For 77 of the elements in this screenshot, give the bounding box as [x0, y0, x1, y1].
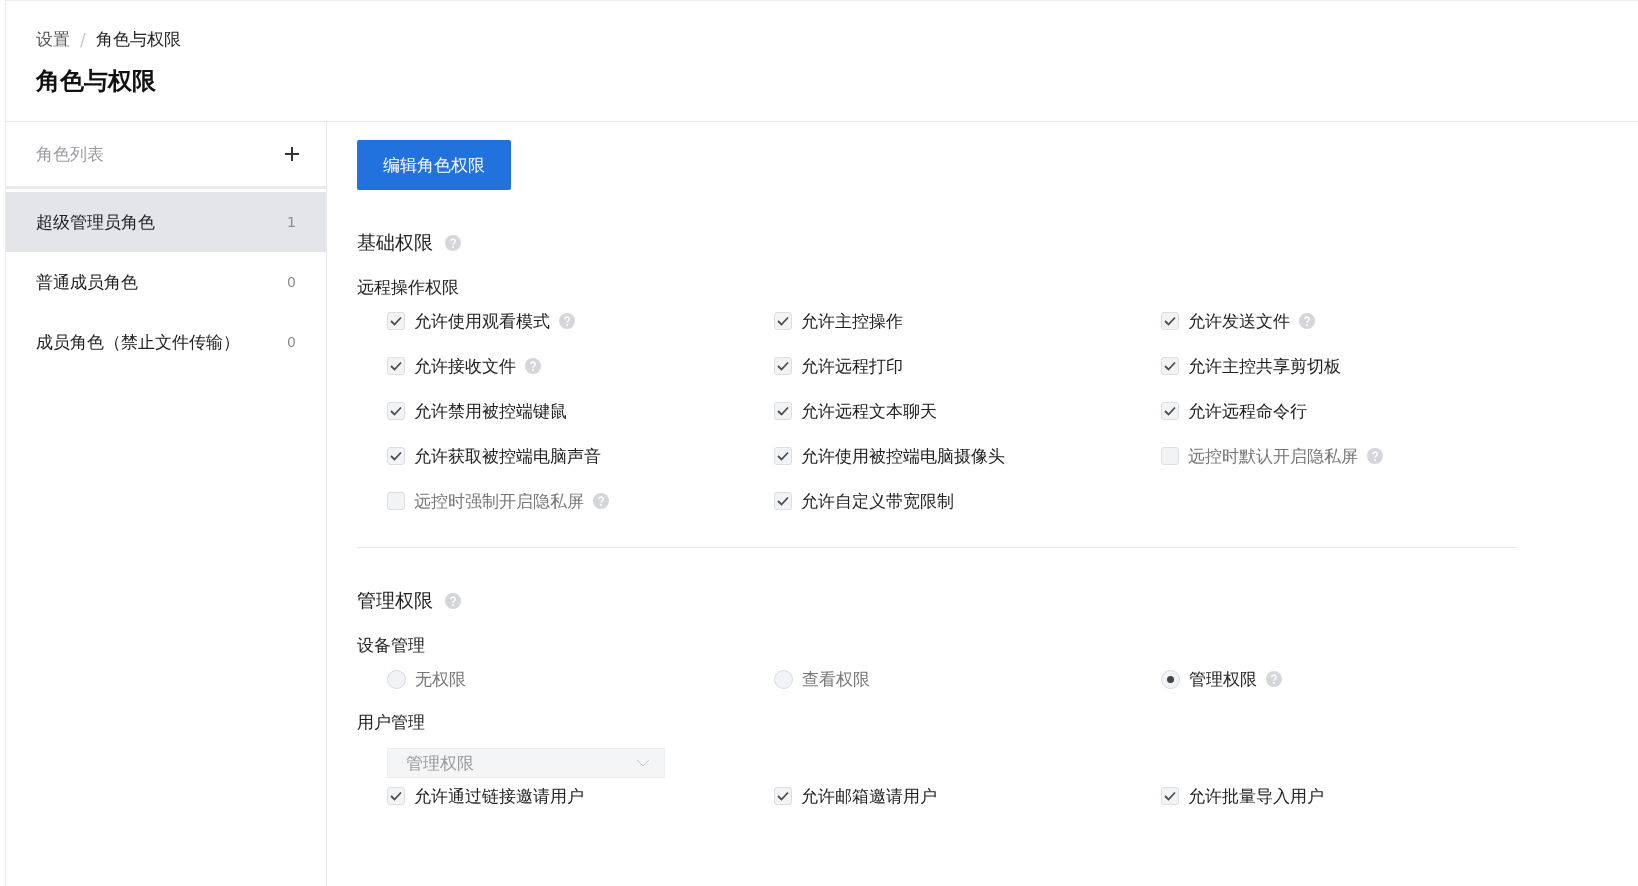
check-icon	[777, 451, 789, 461]
checkbox-label: 允许通过链接邀请用户	[414, 784, 584, 808]
radio-label: 无权限	[415, 667, 466, 691]
radio-button[interactable]	[1161, 669, 1180, 689]
checkbox[interactable]	[1161, 312, 1179, 330]
checkbox[interactable]	[387, 492, 405, 510]
check-icon	[1164, 791, 1176, 801]
chevron-down-icon	[636, 759, 650, 767]
check-icon	[390, 316, 402, 326]
checkbox-label: 允许使用被控端电脑摄像头	[801, 444, 1005, 468]
checkbox-label: 允许远程命令行	[1188, 399, 1307, 423]
checkbox[interactable]	[387, 402, 405, 420]
checkbox[interactable]	[774, 787, 792, 805]
checkbox[interactable]	[387, 787, 405, 805]
checkbox-label: 允许远程文本聊天	[801, 399, 937, 423]
check-icon	[777, 316, 789, 326]
role-count: 1	[287, 214, 296, 230]
check-icon	[390, 406, 402, 416]
checkbox[interactable]	[774, 312, 792, 330]
check-icon	[777, 361, 789, 371]
checkbox-label: 允许邮箱邀请用户	[801, 784, 937, 808]
group-title: 远程操作权限	[357, 276, 460, 299]
section-title: 基础权限	[357, 230, 433, 255]
breadcrumb-item[interactable]: 设置	[36, 28, 70, 51]
radio-button[interactable]	[774, 669, 793, 689]
checkbox-label: 允许主控操作	[801, 309, 903, 333]
role-item[interactable]: 成员角色（禁止文件传输） 0	[6, 312, 326, 372]
checkbox[interactable]	[1161, 402, 1179, 420]
checkbox[interactable]	[387, 312, 405, 330]
checkbox[interactable]	[774, 447, 792, 465]
checkbox-label: 允许使用观看模式	[414, 309, 550, 333]
group-title: 设备管理	[357, 634, 426, 657]
role-name: 普通成员角色	[36, 270, 138, 294]
checkbox[interactable]	[387, 357, 405, 375]
section-title: 管理权限	[357, 588, 433, 613]
breadcrumb-separator: /	[80, 29, 86, 50]
radio-label: 管理权限	[1189, 667, 1257, 691]
checkbox-label: 允许获取被控端电脑声音	[414, 444, 601, 468]
checkbox[interactable]	[1161, 447, 1179, 465]
checkbox-label: 允许批量导入用户	[1188, 784, 1324, 808]
check-icon	[1164, 361, 1176, 371]
checkbox-label: 允许主控共享剪切板	[1188, 354, 1341, 378]
checkbox-label: 远控时强制开启隐私屏	[414, 489, 584, 513]
checkbox-label: 允许接收文件	[414, 354, 516, 378]
check-icon	[1164, 406, 1176, 416]
checkbox-label: 允许自定义带宽限制	[801, 489, 954, 513]
group-title: 用户管理	[357, 711, 426, 734]
checkbox[interactable]	[774, 492, 792, 510]
check-icon	[1164, 316, 1176, 326]
check-icon	[777, 496, 789, 506]
breadcrumb-item[interactable]: 角色与权限	[95, 28, 181, 51]
role-name: 超级管理员角色	[36, 210, 155, 234]
checkbox[interactable]	[1161, 357, 1179, 375]
check-icon	[390, 791, 402, 801]
add-icon[interactable]	[284, 146, 300, 162]
role-list-title: 角色列表	[36, 142, 104, 166]
edit-role-button[interactable]: 编辑角色权限	[357, 140, 511, 190]
checkbox-label: 允许禁用被控端键鼠	[414, 399, 567, 423]
radio-button[interactable]	[387, 669, 406, 689]
checkbox-label: 允许发送文件	[1188, 309, 1290, 333]
check-icon	[390, 451, 402, 461]
page-title: 角色与权限	[36, 66, 157, 97]
role-item[interactable]: 普通成员角色 0	[6, 252, 326, 312]
radio-label: 查看权限	[802, 667, 870, 691]
checkbox[interactable]	[774, 402, 792, 420]
checkbox[interactable]	[1161, 787, 1179, 805]
check-icon	[777, 791, 789, 801]
checkbox[interactable]	[387, 447, 405, 465]
checkbox-label: 远控时默认开启隐私屏	[1188, 444, 1358, 468]
role-item[interactable]: 超级管理员角色 1	[6, 192, 326, 252]
role-count: 0	[287, 274, 296, 290]
role-count: 0	[287, 334, 296, 350]
check-icon	[777, 406, 789, 416]
role-name: 成员角色（禁止文件传输）	[36, 330, 240, 354]
check-icon	[390, 361, 402, 371]
checkbox-label: 允许远程打印	[801, 354, 903, 378]
checkbox[interactable]	[774, 357, 792, 375]
